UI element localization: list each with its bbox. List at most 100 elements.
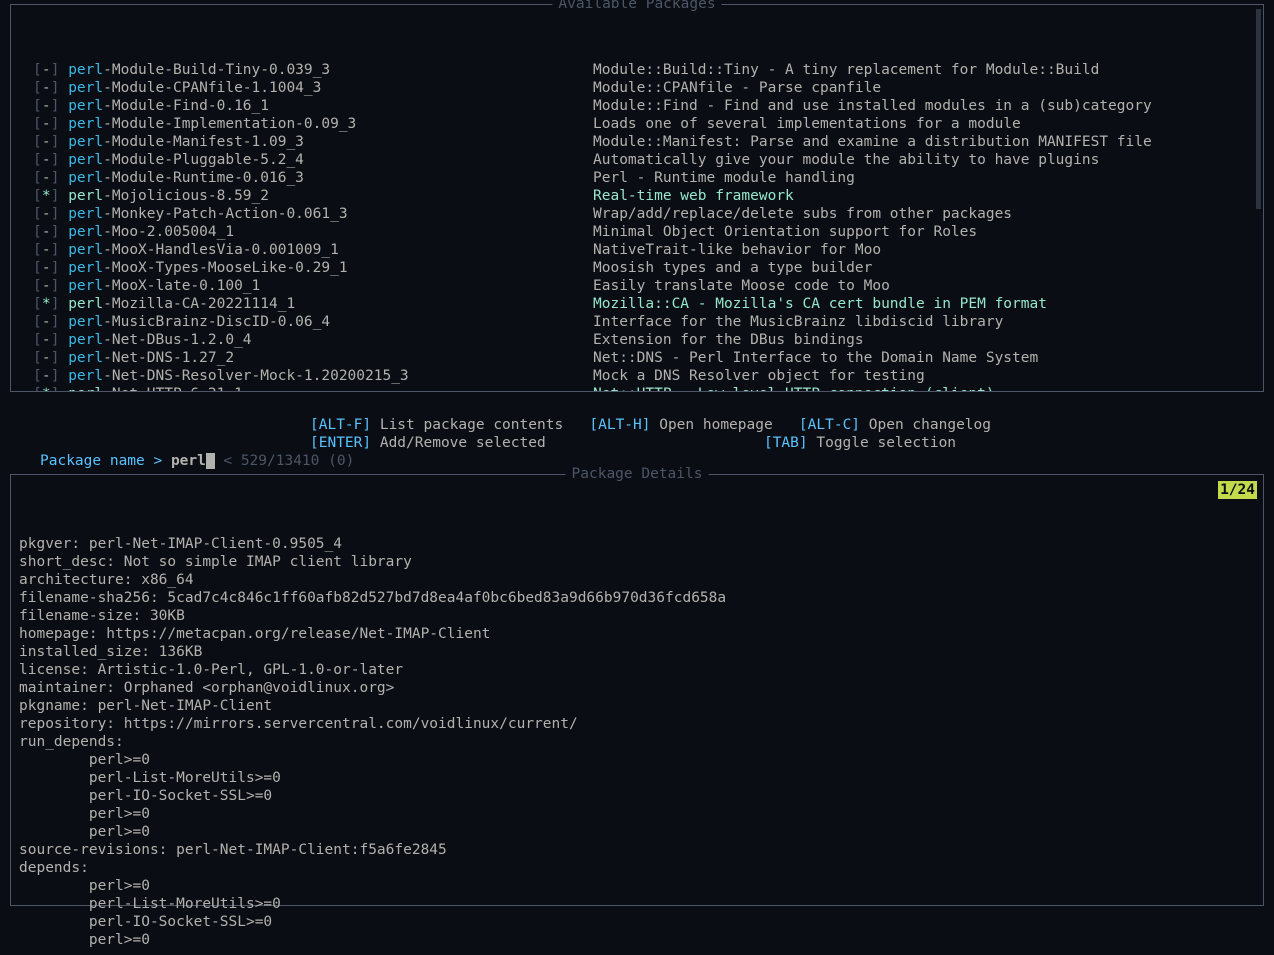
bracket-close: ] — [51, 134, 60, 150]
package-desc: Perl - Runtime module handling — [593, 169, 1259, 187]
package-row[interactable]: [-] perl-MooX-late-0.100_1Easily transla… — [15, 277, 1259, 295]
package-name: -Net-DNS-Resolver-Mock-1.20200215_3 — [103, 368, 409, 384]
gutter — [15, 367, 33, 385]
bracket-open: [ — [33, 80, 42, 96]
package-prefix: perl — [68, 260, 103, 276]
selection-mark-icon: - — [42, 349, 51, 367]
package-row[interactable]: [-] perl-Module-Pluggable-5.2_4Automatic… — [15, 151, 1259, 169]
selection-mark-icon: * — [42, 187, 51, 205]
bracket-open: [ — [33, 98, 42, 114]
package-prefix: perl — [68, 386, 103, 391]
selection-mark-icon: - — [42, 133, 51, 151]
gutter — [15, 79, 33, 97]
selection-mark-icon: - — [42, 313, 51, 331]
selection-mark-icon: - — [42, 61, 51, 79]
gutter — [15, 277, 33, 295]
bracket-open: [ — [33, 170, 42, 186]
bracket-close: ] — [51, 224, 60, 240]
package-name: -MooX-HandlesVia-0.001009_1 — [103, 242, 339, 258]
key-alt-f: [ALT-F] — [310, 417, 371, 433]
package-prefix: perl — [68, 170, 103, 186]
package-name: -Net-HTTP-6.21_1 — [103, 386, 243, 391]
package-row[interactable]: [*] perl-Mojolicious-8.59_2Real-time web… — [15, 187, 1259, 205]
bracket-close: ] — [51, 260, 60, 276]
package-prefix: perl — [68, 332, 103, 348]
keybinds-bar: [ALT-F] List package contents [ALT-H] Op… — [10, 398, 1264, 452]
package-prefix: perl — [68, 350, 103, 366]
bracket-close: ] — [51, 386, 60, 391]
package-desc: Mock a DNS Resolver object for testing — [593, 367, 1259, 385]
detail-line: source-revisions: perl-Net-IMAP-Client:f… — [19, 841, 1255, 859]
detail-line: repository: https://mirrors.servercentra… — [19, 715, 1255, 733]
package-row[interactable]: [-] perl-Net-DNS-1.27_2Net::DNS - Perl I… — [15, 349, 1259, 367]
detail-line: installed_size: 136KB — [19, 643, 1255, 661]
available-packages-panel: Available Packages [-] perl-Module-Build… — [10, 4, 1264, 392]
package-name: -MusicBrainz-DiscID-0.06_4 — [103, 314, 330, 330]
detail-line: license: Artistic-1.0-Perl, GPL-1.0-or-l… — [19, 661, 1255, 679]
detail-line: filename-size: 30KB — [19, 607, 1255, 625]
detail-line: maintainer: Orphaned <orphan@voidlinux.o… — [19, 679, 1255, 697]
package-row[interactable]: [-] perl-MusicBrainz-DiscID-0.06_4Interf… — [15, 313, 1259, 331]
package-row[interactable]: [*] perl-Mozilla-CA-20221114_1Mozilla::C… — [15, 295, 1259, 313]
package-name: -Moo-2.005004_1 — [103, 224, 234, 240]
bracket-open: [ — [33, 314, 42, 330]
package-desc: Easily translate Moose code to Moo — [593, 277, 1259, 295]
package-details-body[interactable]: 1/24 pkgver: perl-Net-IMAP-Client-0.9505… — [11, 475, 1263, 955]
scrollbar-icon[interactable] — [1256, 9, 1261, 209]
bracket-open: [ — [33, 368, 42, 384]
detail-line: perl-IO-Socket-SSL>=0 — [19, 913, 1255, 931]
bracket-open: [ — [33, 350, 42, 366]
selection-mark-icon: - — [42, 367, 51, 385]
filter-label: Package name > — [40, 453, 171, 469]
package-name: -Monkey-Patch-Action-0.061_3 — [103, 206, 347, 222]
package-row[interactable]: [-] perl-MooX-HandlesVia-0.001009_1Nativ… — [15, 241, 1259, 259]
detail-line: perl>=0 — [19, 805, 1255, 823]
package-row[interactable]: [*] perl-Net-HTTP-6.21_1Net::HTTP - Low-… — [15, 385, 1259, 391]
package-prefix: perl — [68, 62, 103, 78]
gutter — [15, 115, 33, 133]
bracket-close: ] — [51, 98, 60, 114]
selection-mark-icon: - — [42, 205, 51, 223]
gutter — [15, 313, 33, 331]
page-indicator: 1/24 — [1218, 481, 1257, 499]
bracket-close: ] — [51, 116, 60, 132]
bracket-close: ] — [51, 152, 60, 168]
bracket-open: [ — [33, 206, 42, 222]
package-row[interactable]: [-] perl-Module-Runtime-0.016_3Perl - Ru… — [15, 169, 1259, 187]
bracket-close: ] — [51, 62, 60, 78]
package-row[interactable]: [-] perl-Monkey-Patch-Action-0.061_3Wrap… — [15, 205, 1259, 223]
package-details-panel: Package Details 1/24 pkgver: perl-Net-IM… — [10, 474, 1264, 906]
detail-line: short_desc: Not so simple IMAP client li… — [19, 553, 1255, 571]
package-name: -Net-DNS-1.27_2 — [103, 350, 234, 366]
gutter — [15, 97, 33, 115]
key-alt-c: [ALT-C] — [799, 417, 860, 433]
bracket-close: ] — [51, 368, 60, 384]
package-row[interactable]: [-] perl-Module-Build-Tiny-0.039_3Module… — [15, 61, 1259, 79]
package-desc: Module::Find - Find and use installed mo… — [593, 97, 1259, 115]
package-row[interactable]: [-] perl-Module-Implementation-0.09_3Loa… — [15, 115, 1259, 133]
detail-line: depends: — [19, 859, 1255, 877]
package-row[interactable]: [-] perl-Module-Manifest-1.09_3Module::M… — [15, 133, 1259, 151]
bracket-open: [ — [33, 134, 42, 150]
key-tab: [TAB] — [764, 435, 808, 451]
package-prefix: perl — [68, 98, 103, 114]
filter-input[interactable]: perl — [171, 453, 206, 469]
package-row[interactable]: [-] perl-Module-CPANfile-1.1004_3Module:… — [15, 79, 1259, 97]
package-row[interactable]: [-] perl-Net-DBus-1.2.0_4Extension for t… — [15, 331, 1259, 349]
package-row[interactable]: [-] perl-Net-DNS-Resolver-Mock-1.2020021… — [15, 367, 1259, 385]
bracket-close: ] — [51, 332, 60, 348]
detail-line: pkgname: perl-Net-IMAP-Client — [19, 697, 1255, 715]
package-row[interactable]: [-] perl-Moo-2.005004_1Minimal Object Or… — [15, 223, 1259, 241]
bracket-open: [ — [33, 152, 42, 168]
package-row[interactable]: [-] perl-MooX-Types-MooseLike-0.29_1Moos… — [15, 259, 1259, 277]
bracket-open: [ — [33, 260, 42, 276]
package-list[interactable]: [-] perl-Module-Build-Tiny-0.039_3Module… — [11, 5, 1263, 391]
package-row[interactable]: [-] perl-Module-Find-0.16_1Module::Find … — [15, 97, 1259, 115]
package-desc: Net::HTTP - Low-level HTTP connection (c… — [593, 385, 1259, 391]
package-desc: Minimal Object Orientation support for R… — [593, 223, 1259, 241]
bracket-close: ] — [51, 350, 60, 366]
filter-separator: < — [215, 453, 241, 469]
package-prefix: perl — [68, 242, 103, 258]
bracket-open: [ — [33, 188, 42, 204]
package-name: -MooX-late-0.100_1 — [103, 278, 260, 294]
